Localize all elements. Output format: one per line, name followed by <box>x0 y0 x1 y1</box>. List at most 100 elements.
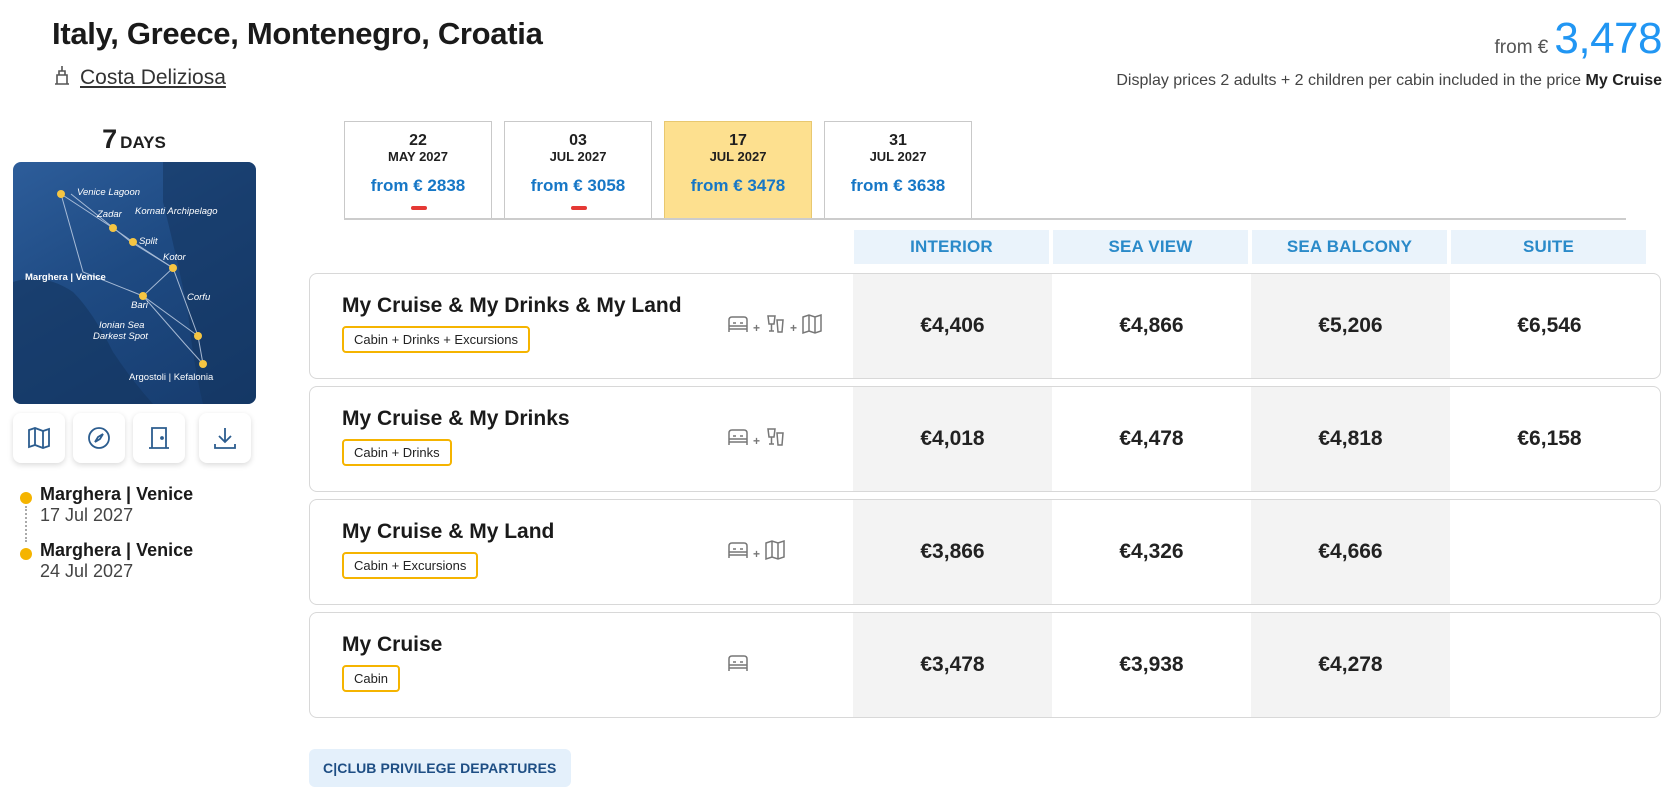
price-cells: €4,406 €4,866 €5,206 €6,546 <box>853 274 1649 378</box>
price-sea-view[interactable]: €4,326 <box>1052 500 1251 604</box>
stop-date: 17 Jul 2027 <box>40 505 134 525</box>
package-name: My Cruise <box>342 633 443 656</box>
excursion-map-icon <box>802 313 822 335</box>
cabin-type-headers: INTERIOR SEA VIEW SEA BALCONY SUITE <box>854 230 1646 264</box>
compass-button[interactable] <box>73 413 125 463</box>
itinerary-map[interactable]: Venice Lagoon Zadar Kornati Archipelago … <box>13 162 256 404</box>
page-title: Italy, Greece, Montenegro, Croatia <box>52 16 543 51</box>
map-label: Bari <box>131 300 149 311</box>
drinks-icon <box>767 315 784 333</box>
duration-unit: DAYS <box>120 133 166 152</box>
download-icon <box>214 428 236 449</box>
col-header-suite: SUITE <box>1451 230 1646 264</box>
package-icons <box>726 651 750 675</box>
map-label: Darkest Spot <box>93 331 148 342</box>
package-row: My Cruise & My Drinks Cabin + Drinks + €… <box>309 386 1661 492</box>
package-info: My Cruise & My Drinks & My Land Cabin + … <box>342 294 682 353</box>
price-from-value: 3,478 <box>1554 14 1662 63</box>
tab-price: from € 3478 <box>690 176 786 195</box>
col-header-interior: INTERIOR <box>854 230 1049 264</box>
tab-price: from € 3638 <box>850 176 946 195</box>
stop-port: Marghera | Venice <box>40 484 194 504</box>
departure-date-tabs: 22 MAY 2027 from € 2838 03 JUL 2027 from… <box>344 121 972 219</box>
itinerary-list: Marghera | Venice 17 Jul 2027 Marghera |… <box>20 484 260 596</box>
duration-number: 7 <box>102 124 118 154</box>
price-sea-balcony[interactable]: €4,278 <box>1251 613 1450 717</box>
ship-icon <box>52 64 72 92</box>
price-sea-view[interactable]: €4,478 <box>1052 387 1251 491</box>
download-button[interactable] <box>199 413 251 463</box>
date-tab[interactable]: 03 JUL 2027 from € 3058 <box>504 121 652 219</box>
stop-dot <box>20 548 32 560</box>
package-name: My Cruise & My Land <box>342 520 555 543</box>
date-tab[interactable]: 31 JUL 2027 from € 3638 <box>824 121 972 219</box>
map-label: Marghera | Venice <box>25 272 106 283</box>
date-tab-active[interactable]: 17 JUL 2027 from € 3478 <box>664 121 812 219</box>
price-from: from € 3,478 <box>1494 14 1663 64</box>
package-name: My Cruise & My Drinks & My Land <box>342 294 682 317</box>
price-interior[interactable]: €4,018 <box>853 387 1052 491</box>
tab-month: MAY 2027 <box>388 149 448 164</box>
map-label: Split <box>139 236 158 247</box>
price-suite <box>1450 500 1649 604</box>
map-label: Corfu <box>187 292 211 303</box>
package-icons: + + <box>726 312 824 336</box>
door-button[interactable] <box>133 413 185 463</box>
price-suite[interactable]: €6,546 <box>1450 274 1649 378</box>
stop-port: Marghera | Venice <box>40 540 194 560</box>
package-info: My Cruise & My Drinks Cabin + Drinks <box>342 407 570 466</box>
package-badge: Cabin + Excursions <box>342 552 479 579</box>
map-label: Kotor <box>163 252 187 263</box>
price-suite <box>1450 613 1649 717</box>
price-cells: €3,866 €4,326 €4,666 <box>853 500 1649 604</box>
map-label: Zadar <box>96 209 123 220</box>
tab-day: 03 <box>569 132 587 149</box>
plus-sign: + <box>753 434 761 448</box>
drinks-icon <box>767 428 784 446</box>
cabin-icon <box>728 655 748 671</box>
itinerary-stop: Marghera | Venice 17 Jul 2027 <box>20 484 260 526</box>
duration: 7 DAYS <box>12 124 256 155</box>
price-indicator <box>571 206 587 210</box>
package-badge: Cabin + Drinks + Excursions <box>342 326 531 353</box>
price-interior[interactable]: €3,478 <box>853 613 1052 717</box>
price-indicator <box>411 206 427 210</box>
col-header-sea-view: SEA VIEW <box>1053 230 1248 264</box>
price-from-label: from € <box>1494 37 1549 58</box>
map-toolbar <box>13 413 253 463</box>
plus-sign: + <box>753 547 761 561</box>
map-icon <box>28 427 50 449</box>
map-label: Kornati Archipelago <box>135 206 218 217</box>
col-header-sea-balcony: SEA BALCONY <box>1252 230 1447 264</box>
plus-sign: + <box>753 321 761 335</box>
map-label: Venice Lagoon <box>77 187 140 198</box>
door-icon <box>149 427 169 449</box>
date-tab[interactable]: 22 MAY 2027 from € 2838 <box>344 121 492 219</box>
ship-link[interactable]: Costa Deliziosa <box>52 64 226 92</box>
price-sea-balcony[interactable]: €5,206 <box>1251 274 1450 378</box>
price-sea-view[interactable]: €4,866 <box>1052 274 1251 378</box>
display-prices-note: Display prices 2 adults + 2 children per… <box>1116 72 1662 90</box>
package-badge: Cabin + Drinks <box>342 439 452 466</box>
tab-day: 22 <box>409 132 427 149</box>
tabs-divider <box>344 218 1626 220</box>
price-suite[interactable]: €6,158 <box>1450 387 1649 491</box>
price-sea-balcony[interactable]: €4,818 <box>1251 387 1450 491</box>
package-badge: Cabin <box>342 665 400 692</box>
package-row: My Cruise & My Drinks & My Land Cabin + … <box>309 273 1661 379</box>
price-sea-view[interactable]: €3,938 <box>1052 613 1251 717</box>
itinerary-stop: Marghera | Venice 24 Jul 2027 <box>20 540 260 582</box>
display-note-package: My Cruise <box>1585 72 1662 89</box>
tab-month: JUL 2027 <box>709 149 767 164</box>
price-sea-balcony[interactable]: €4,666 <box>1251 500 1450 604</box>
package-icons: + <box>726 538 787 562</box>
package-info: My Cruise & My Land Cabin + Excursions <box>342 520 554 579</box>
package-table: My Cruise & My Drinks & My Land Cabin + … <box>309 273 1661 725</box>
price-interior[interactable]: €4,406 <box>853 274 1052 378</box>
club-privilege-departures-button[interactable]: C|CLUB PRIVILEGE DEPARTURES <box>309 749 571 787</box>
excursion-map-icon <box>765 539 785 561</box>
map-view-button[interactable] <box>13 413 65 463</box>
map-label: Ionian Sea <box>99 320 144 331</box>
price-interior[interactable]: €3,866 <box>853 500 1052 604</box>
tab-price: from € 3058 <box>530 176 626 195</box>
